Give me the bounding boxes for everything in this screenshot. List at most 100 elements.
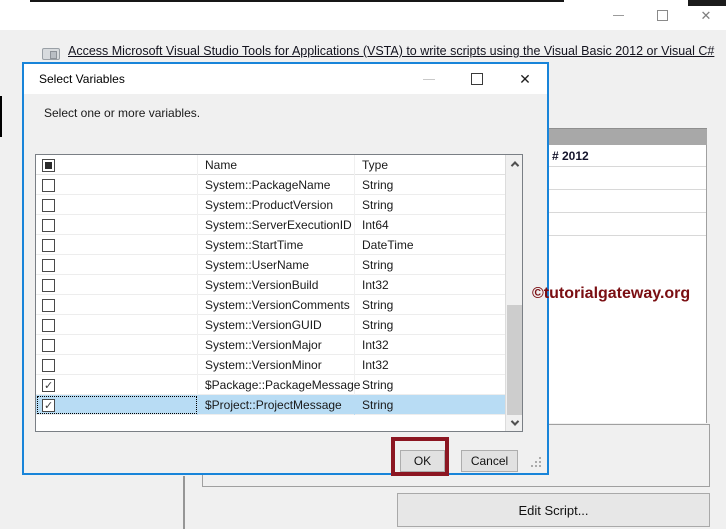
row-checkbox-cell	[36, 335, 198, 355]
edit-script-button[interactable]: Edit Script...	[397, 493, 710, 527]
variable-type: Int64	[362, 218, 389, 232]
table-row[interactable]: $Project::ProjectMessage String	[36, 395, 505, 415]
variable-name: System::UserName	[198, 255, 355, 275]
table-row[interactable]: System::PackageName String	[36, 175, 505, 195]
column-header-name[interactable]: Name	[198, 155, 355, 175]
row-checkbox-cell	[36, 275, 198, 295]
table-row[interactable]: System::VersionComments String	[36, 295, 505, 315]
minimize-icon	[423, 78, 435, 80]
watermark-text: ©tutorialgateway.org	[532, 285, 691, 302]
table-row[interactable]: System::VersionMajor Int32	[36, 335, 505, 355]
dialog-window-controls: ✕	[419, 64, 535, 94]
row-checkbox-cell	[36, 235, 198, 255]
variable-type: DateTime	[362, 238, 414, 252]
row-checkbox-cell	[36, 175, 198, 195]
row-checkbox[interactable]	[42, 278, 55, 292]
variable-name: System::StartTime	[198, 235, 355, 255]
scrollbar-thumb[interactable]	[507, 305, 522, 415]
variable-name: System::VersionComments	[198, 295, 355, 315]
close-button[interactable]: ✕	[696, 5, 716, 25]
row-checkbox[interactable]	[42, 298, 55, 312]
variable-type: String	[362, 298, 394, 312]
maximize-icon	[471, 73, 483, 85]
row-checkbox[interactable]	[42, 338, 55, 352]
table-row[interactable]: System::VersionBuild Int32	[36, 275, 505, 295]
vsta-description-text: Access Microsoft Visual Studio Tools for…	[68, 44, 715, 58]
variable-name: System::VersionMajor	[198, 335, 355, 355]
variables-list-body: Name Type System::PackageName String Sys…	[36, 155, 505, 431]
variable-type: String	[362, 398, 394, 412]
row-checkbox[interactable]	[42, 378, 55, 392]
dialog-maximize-button[interactable]	[467, 69, 487, 89]
variables-list: Name Type System::PackageName String Sys…	[35, 154, 523, 432]
variable-type: String	[362, 318, 394, 332]
row-checkbox[interactable]	[42, 198, 55, 212]
script-task-small-icon	[42, 48, 60, 60]
vertical-scrollbar[interactable]	[505, 155, 522, 431]
table-row[interactable]: System::VersionMinor Int32	[36, 355, 505, 375]
chevron-up-icon	[510, 160, 519, 170]
variable-name: $Package::PackageMessage	[198, 375, 360, 395]
variable-type: String	[362, 178, 394, 192]
variable-name: $Project::ProjectMessage	[198, 395, 355, 415]
select-all-cell	[36, 155, 198, 175]
variable-type: Int32	[362, 338, 389, 352]
table-row[interactable]: System::ProductVersion String	[36, 195, 505, 215]
row-checkbox-cell	[36, 215, 198, 235]
variable-type: String	[362, 258, 394, 272]
maximize-button[interactable]	[652, 5, 672, 25]
table-row[interactable]: System::StartTime DateTime	[36, 235, 505, 255]
variable-type: Int32	[362, 358, 389, 372]
row-checkbox-cell	[36, 255, 198, 275]
chevron-down-icon	[510, 416, 519, 426]
row-checkbox[interactable]	[42, 218, 55, 232]
table-row[interactable]: $Package::PackageMessage String	[36, 375, 505, 395]
row-checkbox[interactable]	[42, 318, 55, 332]
variable-name: System::VersionGUID	[198, 315, 355, 335]
maximize-icon	[656, 9, 668, 21]
variable-name: System::ServerExecutionID	[198, 215, 355, 235]
dialog-titlebar[interactable]: Select Variables ✕	[24, 64, 547, 94]
minimize-icon	[612, 14, 624, 16]
screen-edge-artifact	[0, 96, 2, 137]
row-checkbox-cell	[36, 195, 198, 215]
scroll-up-button[interactable]	[506, 155, 523, 172]
variable-name: System::ProductVersion	[198, 195, 355, 215]
select-all-checkbox[interactable]	[42, 158, 55, 172]
row-checkbox[interactable]	[42, 398, 55, 412]
dialog-title: Select Variables	[39, 72, 125, 86]
variable-type: String	[362, 378, 394, 392]
ok-button[interactable]: OK	[400, 450, 445, 472]
row-checkbox[interactable]	[42, 258, 55, 272]
close-icon: ✕	[519, 71, 531, 87]
row-checkbox-cell	[36, 395, 198, 415]
minimize-button[interactable]	[608, 5, 628, 25]
cancel-button[interactable]: Cancel	[461, 450, 518, 472]
row-checkbox[interactable]	[42, 178, 55, 192]
list-header-row: Name Type	[36, 155, 505, 175]
screen-edge-artifact	[30, 0, 564, 2]
row-checkbox[interactable]	[42, 238, 55, 252]
column-header-type[interactable]: Type	[355, 155, 505, 175]
screen-edge-artifact	[688, 0, 726, 6]
resize-grip[interactable]	[539, 465, 541, 467]
select-variables-dialog: Select Variables ✕ Select one or more va…	[22, 62, 549, 475]
row-checkbox[interactable]	[42, 358, 55, 372]
variable-name: System::PackageName	[198, 175, 355, 195]
dialog-instruction: Select one or more variables.	[44, 106, 201, 120]
dialog-minimize-button[interactable]	[419, 69, 439, 89]
scroll-down-button[interactable]	[506, 414, 523, 431]
variable-name: System::VersionMinor	[198, 355, 355, 375]
close-icon: ✕	[700, 7, 712, 23]
row-checkbox-cell	[36, 295, 198, 315]
script-language-value: # 2012	[552, 149, 589, 163]
table-row[interactable]: System::UserName String	[36, 255, 505, 275]
table-row[interactable]: System::ServerExecutionID Int64	[36, 215, 505, 235]
row-checkbox-cell	[36, 315, 198, 335]
dialog-close-button[interactable]: ✕	[515, 69, 535, 89]
variable-name: System::VersionBuild	[198, 275, 355, 295]
variable-type: Int32	[362, 278, 389, 292]
panel-divider-line	[183, 476, 185, 529]
table-row[interactable]: System::VersionGUID String	[36, 315, 505, 335]
row-checkbox-cell	[36, 355, 198, 375]
